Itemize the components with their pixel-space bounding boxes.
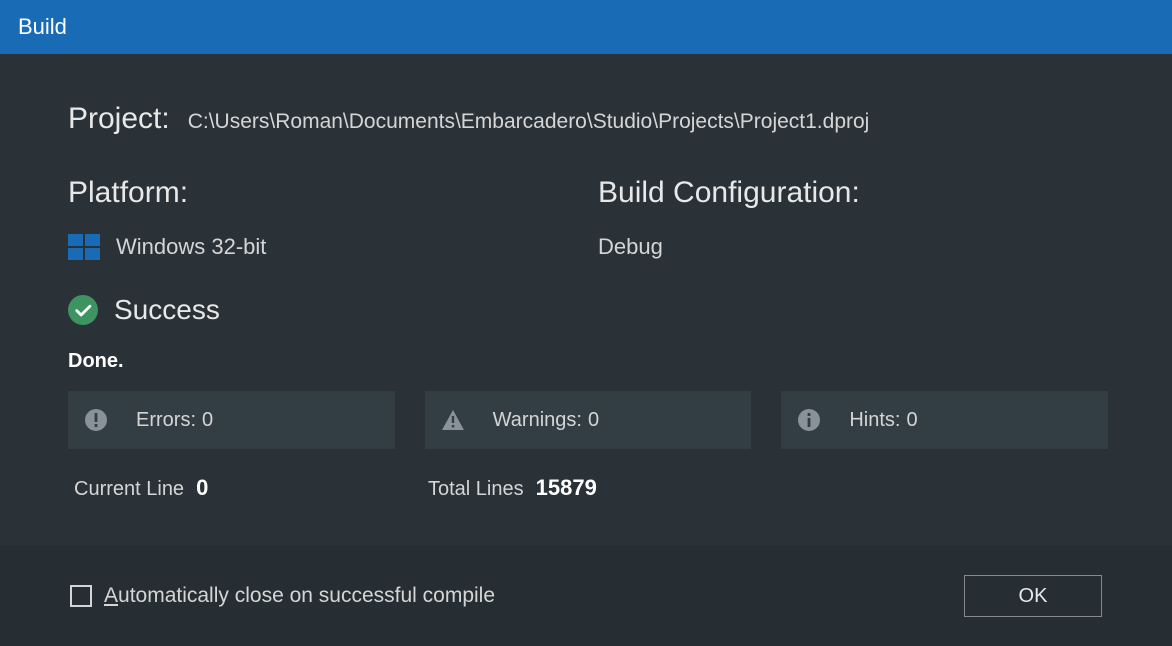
hints-label: Hints: xyxy=(849,409,900,432)
dialog-footer: Automatically close on successful compil… xyxy=(0,546,1172,646)
warnings-box[interactable]: Warnings: 0 xyxy=(425,391,752,449)
window-title: Build xyxy=(18,14,67,40)
platform-value-row: Windows 32-bit xyxy=(68,234,598,260)
ok-button[interactable]: OK xyxy=(964,575,1102,617)
platform-heading: Platform: xyxy=(68,176,598,210)
done-text: Done. xyxy=(68,350,1108,373)
status-text: Success xyxy=(114,294,220,326)
project-row: Project: C:\Users\Roman\Documents\Embarc… xyxy=(68,102,1108,136)
errors-value: 0 xyxy=(202,409,213,432)
dialog-content: Project: C:\Users\Roman\Documents\Embarc… xyxy=(0,54,1172,546)
warnings-value: 0 xyxy=(588,409,599,432)
current-line-item: Current Line 0 xyxy=(74,475,428,501)
total-lines-label: Total Lines xyxy=(428,478,524,501)
titlebar: Build xyxy=(0,0,1172,54)
info-columns: Platform: Windows 32-bit Build Configura… xyxy=(68,176,1108,260)
project-label: Project: xyxy=(68,102,170,136)
platform-value: Windows 32-bit xyxy=(116,234,266,260)
buildconfig-value: Debug xyxy=(598,234,1128,260)
hints-box[interactable]: Hints: 0 xyxy=(781,391,1108,449)
stats-row: Errors: 0 Warnings: 0 Hints: 0 xyxy=(68,391,1108,449)
current-line-value: 0 xyxy=(196,475,208,501)
warnings-label: Warnings: xyxy=(493,409,582,432)
info-icon xyxy=(797,408,821,432)
status-row: Success xyxy=(68,294,1108,326)
error-icon xyxy=(84,408,108,432)
auto-close-label: Automatically close on successful compil… xyxy=(104,584,495,608)
auto-close-checkbox[interactable]: Automatically close on successful compil… xyxy=(70,584,495,608)
platform-column: Platform: Windows 32-bit xyxy=(68,176,598,260)
current-line-label: Current Line xyxy=(74,478,184,501)
buildconfig-column: Build Configuration: Debug xyxy=(598,176,1128,260)
hints-value: 0 xyxy=(906,409,917,432)
errors-box[interactable]: Errors: 0 xyxy=(68,391,395,449)
total-lines-item: Total Lines 15879 xyxy=(428,475,597,501)
success-check-icon xyxy=(68,295,98,325)
warning-icon xyxy=(441,408,465,432)
lines-row: Current Line 0 Total Lines 15879 xyxy=(68,475,1108,501)
checkbox-box[interactable] xyxy=(70,585,92,607)
windows-icon xyxy=(68,234,100,260)
errors-label: Errors: xyxy=(136,409,196,432)
buildconfig-heading: Build Configuration: xyxy=(598,176,1128,210)
total-lines-value: 15879 xyxy=(536,475,597,501)
project-path: C:\Users\Roman\Documents\Embarcadero\Stu… xyxy=(188,110,870,134)
